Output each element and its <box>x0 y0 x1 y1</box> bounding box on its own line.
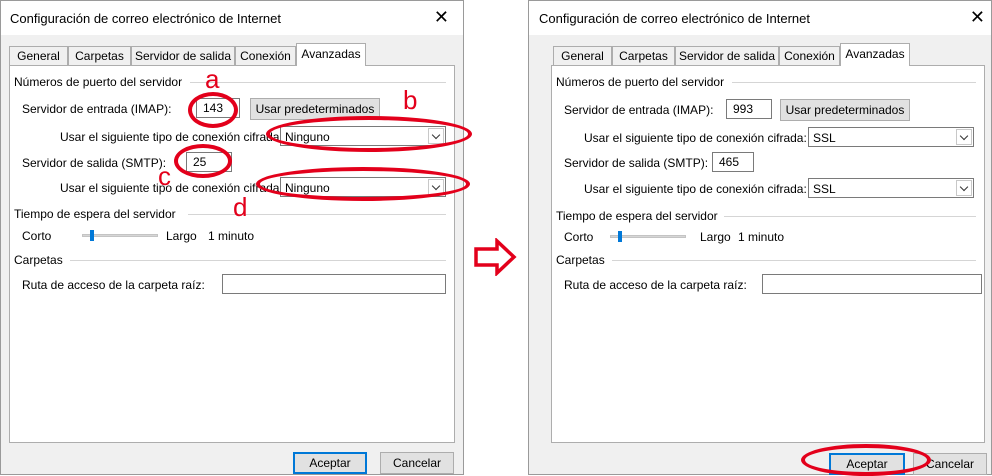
timeout-short-label: Corto <box>22 229 52 243</box>
settings-dialog-after: Configuración de correo electrónico de I… <box>528 0 992 476</box>
right-arrow-icon <box>474 238 517 276</box>
outgoing-port-input[interactable]: 465 <box>712 152 754 172</box>
encryption-in-value: SSL <box>813 131 836 145</box>
divider <box>732 82 976 83</box>
root-path-label: Ruta de acceso de la carpeta raíz: <box>564 278 747 292</box>
outgoing-server-label: Servidor de salida (SMTP): <box>22 156 167 170</box>
divider <box>188 214 446 215</box>
ok-button[interactable]: Aceptar <box>829 453 905 475</box>
annotation-letter-a: a <box>205 64 220 94</box>
encryption-out-select[interactable]: Ninguno <box>280 177 446 197</box>
timeout-long-label: Largo <box>166 229 197 243</box>
timeout-long-label: Largo <box>700 230 731 244</box>
cancel-button[interactable]: Cancelar <box>380 452 454 474</box>
tab-connection[interactable]: Conexión <box>779 46 840 65</box>
incoming-port-input[interactable]: 143 <box>196 98 240 118</box>
dialog-title: Configuración de correo electrónico de I… <box>10 11 281 26</box>
close-icon[interactable]: ✕ <box>434 7 449 28</box>
root-path-label: Ruta de acceso de la carpeta raíz: <box>22 278 205 292</box>
tab-advanced[interactable]: Avanzadas <box>840 43 910 66</box>
encryption-in-select[interactable]: SSL <box>808 127 974 147</box>
outgoing-server-label: Servidor de salida (SMTP): <box>564 156 709 170</box>
tab-outgoing-server[interactable]: Servidor de salida <box>131 46 235 65</box>
incoming-port-input[interactable]: 993 <box>726 99 772 119</box>
group-server-timeout: Tiempo de espera del servidor <box>14 207 176 221</box>
timeout-slider-thumb[interactable] <box>90 230 94 241</box>
chevron-down-icon[interactable] <box>428 128 444 144</box>
divider <box>724 216 976 217</box>
tab-folders[interactable]: Carpetas <box>68 46 131 65</box>
title-bar: Configuración de correo electrónico de I… <box>1 1 463 35</box>
timeout-slider-thumb[interactable] <box>618 231 622 242</box>
root-path-input[interactable] <box>222 274 446 294</box>
use-defaults-button[interactable]: Usar predeterminados <box>250 98 380 120</box>
group-folders: Carpetas <box>14 253 63 267</box>
cancel-button[interactable]: Cancelar <box>913 453 987 475</box>
tab-connection[interactable]: Conexión <box>235 46 296 65</box>
advanced-panel: Números de puerto del servidor Servidor … <box>9 65 455 443</box>
encryption-type-label-in: Usar el siguiente tipo de conexión cifra… <box>584 131 807 145</box>
annotation-letter-c: c <box>158 161 171 191</box>
group-server-ports: Números de puerto del servidor <box>556 75 725 89</box>
encryption-type-label-in: Usar el siguiente tipo de conexión cifra… <box>60 130 283 144</box>
divider <box>190 82 446 83</box>
tab-folders[interactable]: Carpetas <box>612 46 675 65</box>
use-defaults-button[interactable]: Usar predeterminados <box>780 99 910 121</box>
annotation-letter-d: d <box>233 192 248 222</box>
group-folders: Carpetas <box>556 253 605 267</box>
annotation-letter-b: b <box>403 85 418 115</box>
ok-button[interactable]: Aceptar <box>293 452 367 474</box>
encryption-out-value: Ninguno <box>285 181 330 195</box>
group-server-timeout: Tiempo de espera del servidor <box>556 209 718 223</box>
divider <box>612 260 976 261</box>
timeout-value: 1 minuto <box>208 229 255 243</box>
timeout-value: 1 minuto <box>738 230 785 244</box>
divider <box>70 260 446 261</box>
outgoing-port-input[interactable]: 25 <box>186 152 232 172</box>
encryption-out-value: SSL <box>813 182 836 196</box>
timeout-short-label: Corto <box>564 230 594 244</box>
advanced-panel: Números de puerto del servidor Servidor … <box>551 65 985 443</box>
chevron-down-icon[interactable] <box>428 179 444 195</box>
dialog-title: Configuración de correo electrónico de I… <box>539 11 810 26</box>
encryption-out-select[interactable]: SSL <box>808 178 974 198</box>
close-icon[interactable]: ✕ <box>970 7 985 28</box>
chevron-down-icon[interactable] <box>956 180 972 196</box>
incoming-server-label: Servidor de entrada (IMAP): <box>22 102 172 116</box>
chevron-down-icon[interactable] <box>956 129 972 145</box>
incoming-server-label: Servidor de entrada (IMAP): <box>564 103 714 117</box>
tab-outgoing-server[interactable]: Servidor de salida <box>675 46 779 65</box>
tab-general[interactable]: General <box>9 46 68 65</box>
tab-advanced[interactable]: Avanzadas <box>296 43 366 66</box>
settings-dialog-before: Configuración de correo electrónico de I… <box>0 0 472 475</box>
encryption-type-label-out: Usar el siguiente tipo de conexión cifra… <box>584 182 807 196</box>
encryption-in-value: Ninguno <box>285 130 330 144</box>
title-bar: Configuración de correo electrónico de I… <box>529 1 991 35</box>
encryption-type-label-out: Usar el siguiente tipo de conexión cifra… <box>60 181 283 195</box>
group-server-ports: Números de puerto del servidor <box>14 75 183 89</box>
tab-general[interactable]: General <box>553 46 612 65</box>
encryption-in-select[interactable]: Ninguno <box>280 126 446 146</box>
root-path-input[interactable] <box>762 274 982 294</box>
